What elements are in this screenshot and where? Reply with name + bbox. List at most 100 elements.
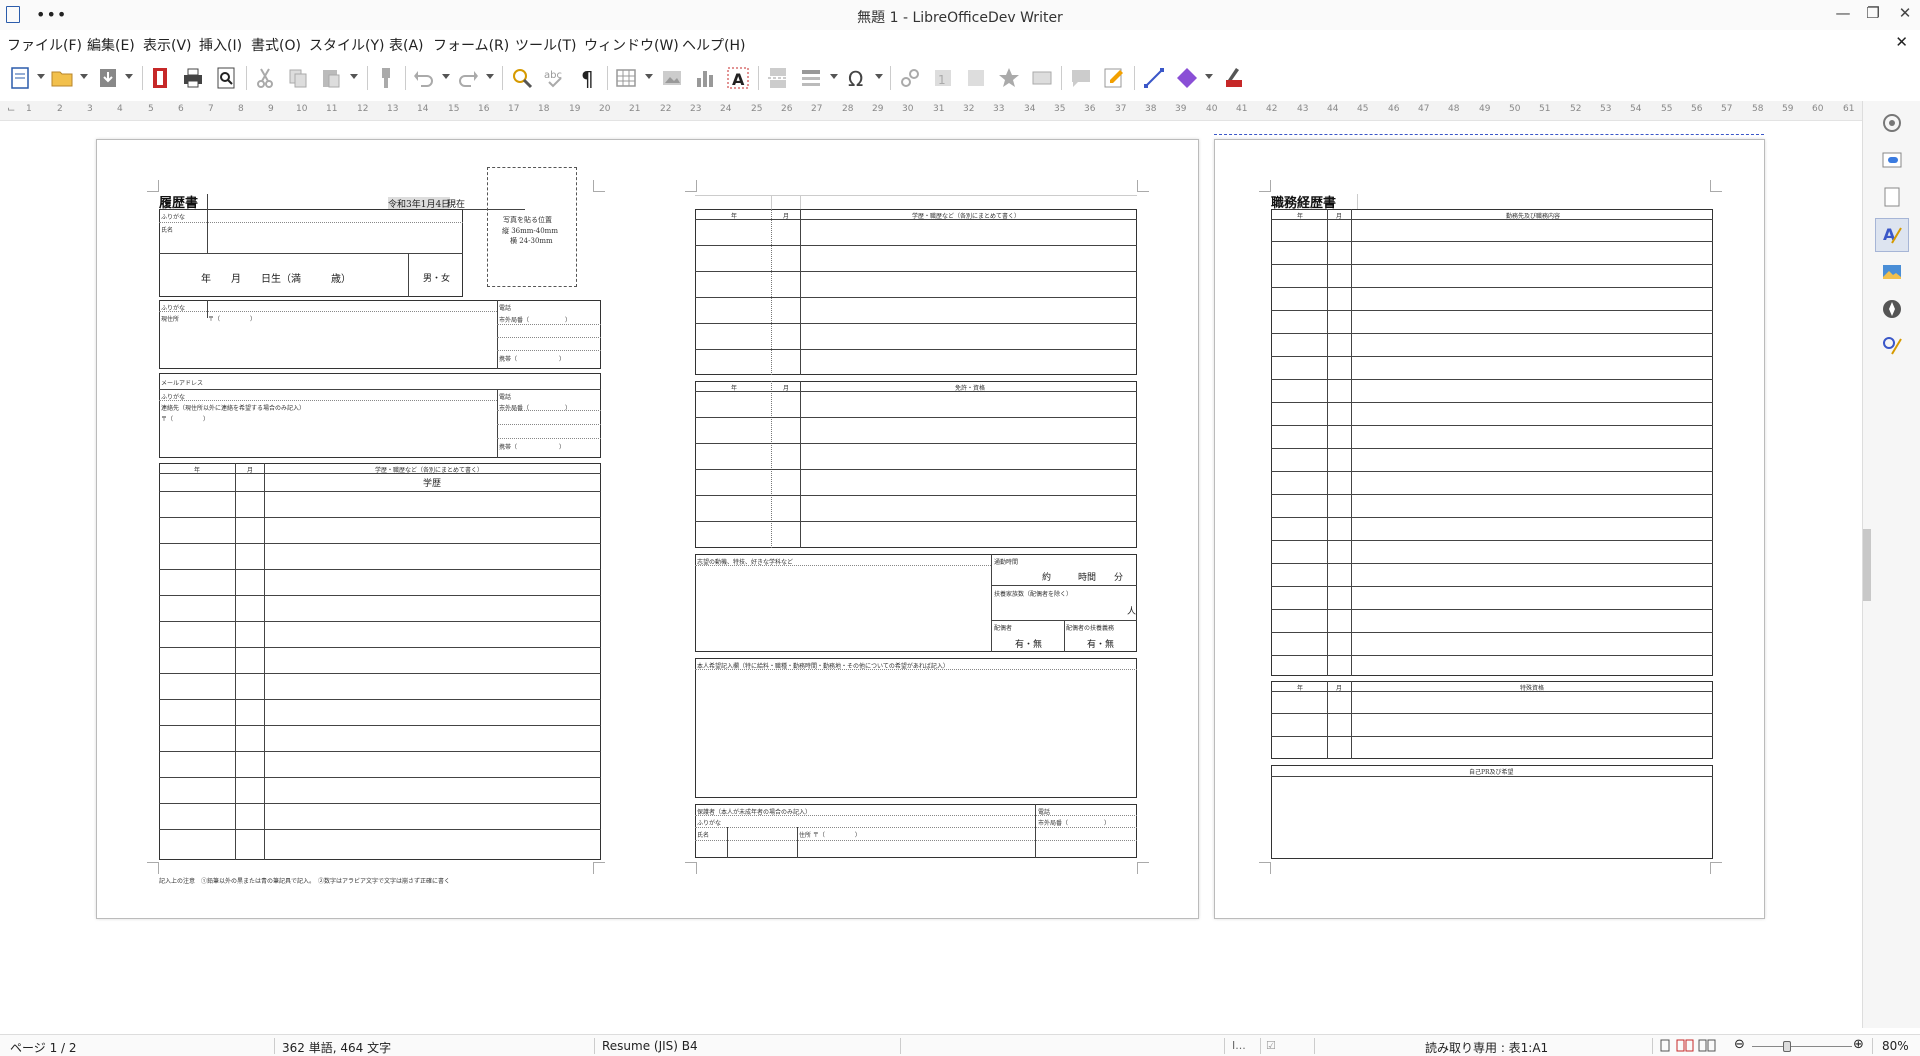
history-continuation-table[interactable] bbox=[695, 209, 1137, 375]
licenses-table[interactable] bbox=[695, 381, 1137, 548]
document-area[interactable]: 履歴書 令和3年1月4日 現在 ふりがな 氏名 年 月 日生（満 歳） 男・女 … bbox=[0, 121, 1862, 1028]
mobile-field-2[interactable]: 携帯（ ） bbox=[499, 442, 565, 451]
close-icon[interactable]: ✕ bbox=[1892, 4, 1918, 26]
insert-page-break-icon[interactable] bbox=[766, 66, 790, 90]
guardian-address-field[interactable]: 住所 〒（ ） bbox=[799, 830, 861, 839]
single-page-view-icon[interactable] bbox=[1658, 1039, 1672, 1053]
copy-icon[interactable] bbox=[286, 66, 310, 90]
spelling-icon[interactable]: abc bbox=[543, 66, 567, 90]
commute-field[interactable]: 約 時間 分 bbox=[1042, 570, 1123, 583]
paste-dropdown-icon[interactable] bbox=[350, 74, 358, 79]
page-1[interactable]: 履歴書 令和3年1月4日 現在 ふりがな 氏名 年 月 日生（満 歳） 男・女 … bbox=[96, 139, 1199, 919]
menu-file[interactable]: ファイル(F) bbox=[7, 35, 82, 55]
menu-insert[interactable]: 挿入(I) bbox=[199, 35, 242, 55]
menu-edit[interactable]: 編集(E) bbox=[87, 35, 135, 55]
word-count[interactable]: 362 単語, 464 文字 bbox=[282, 1039, 391, 1056]
print-preview-icon[interactable] bbox=[214, 66, 238, 90]
clone-formatting-icon[interactable] bbox=[374, 66, 398, 90]
print-icon[interactable] bbox=[181, 66, 205, 90]
menu-form[interactable]: フォーム(R) bbox=[433, 35, 509, 55]
export-pdf-icon[interactable] bbox=[148, 66, 172, 90]
preferences-table[interactable] bbox=[695, 658, 1137, 798]
page-style[interactable]: Resume (JIS) B4 bbox=[602, 1039, 698, 1053]
horizontal-ruler[interactable]: ⌙ 1 2 3 4 5 6 7 8 9 10 11 12 13 14 15 16… bbox=[0, 101, 1862, 121]
redo-dropdown-icon[interactable] bbox=[486, 74, 494, 79]
postal-field-2[interactable]: 〒（ ） bbox=[161, 414, 209, 423]
menu-format[interactable]: 書式(O) bbox=[251, 35, 301, 55]
page-icon[interactable] bbox=[1880, 185, 1904, 209]
properties-icon[interactable] bbox=[1880, 148, 1904, 172]
area-code-field[interactable]: 市外局番（ ） bbox=[499, 315, 571, 324]
minimize-icon[interactable]: — bbox=[1830, 4, 1856, 26]
page-indicator[interactable]: ページ 1 / 2 bbox=[10, 1039, 77, 1056]
spouse-support-field[interactable]: 有・無 bbox=[1087, 637, 1114, 650]
ruler-tab-stop[interactable]: ⌙ bbox=[7, 104, 15, 115]
insert-textbox-icon[interactable]: A bbox=[726, 66, 750, 90]
formatting-marks-icon[interactable]: ¶ bbox=[576, 66, 600, 90]
insert-field-icon[interactable] bbox=[799, 66, 823, 90]
maximize-icon[interactable]: ❐ bbox=[1860, 4, 1886, 26]
menu-styles[interactable]: スタイル(Y) bbox=[309, 35, 384, 55]
shapes-dropdown-icon[interactable] bbox=[1205, 74, 1213, 79]
zoom-slider[interactable] bbox=[1752, 1046, 1852, 1047]
gallery-icon[interactable] bbox=[1880, 260, 1904, 284]
undo-icon[interactable] bbox=[412, 66, 436, 90]
cut-icon[interactable] bbox=[253, 66, 277, 90]
multi-page-view-icon[interactable] bbox=[1676, 1039, 1694, 1053]
table-dropdown-icon[interactable] bbox=[645, 74, 653, 79]
postal-field[interactable]: 〒（ ） bbox=[208, 314, 256, 323]
draw-functions-icon[interactable] bbox=[1222, 66, 1246, 90]
redo-icon[interactable] bbox=[456, 66, 480, 90]
insert-image-icon[interactable] bbox=[660, 66, 684, 90]
spouse-field[interactable]: 有・無 bbox=[1015, 637, 1042, 650]
new-document-icon[interactable] bbox=[8, 66, 32, 90]
bookmark-icon[interactable] bbox=[997, 66, 1021, 90]
menu-window[interactable]: ウィンドウ(W) bbox=[584, 35, 679, 55]
paste-icon[interactable] bbox=[319, 66, 343, 90]
mobile-field[interactable]: 携帯（ ） bbox=[499, 354, 565, 363]
sidebar-resize-handle[interactable] bbox=[1863, 529, 1871, 601]
hyperlink-icon[interactable] bbox=[898, 66, 922, 90]
area-code-field-2[interactable]: 市外局番（ ） bbox=[499, 403, 571, 412]
cross-reference-icon[interactable] bbox=[1030, 66, 1054, 90]
basic-shapes-icon[interactable] bbox=[1175, 66, 1199, 90]
undo-dropdown-icon[interactable] bbox=[442, 74, 450, 79]
qualifications-table[interactable] bbox=[1271, 681, 1713, 759]
settings-icon[interactable] bbox=[1880, 111, 1904, 135]
close-document-icon[interactable]: ✕ bbox=[1895, 33, 1908, 51]
comment-icon[interactable] bbox=[1069, 66, 1093, 90]
education-history-table[interactable] bbox=[159, 463, 601, 860]
menu-help[interactable]: ヘルプ(H) bbox=[682, 35, 745, 55]
career-table[interactable] bbox=[1271, 209, 1713, 676]
save-dropdown-icon[interactable] bbox=[125, 74, 133, 79]
birth-field[interactable]: 年 月 日生（満 歳） bbox=[201, 270, 351, 285]
zoom-in-icon[interactable]: ⊕ bbox=[1853, 1037, 1864, 1052]
zoom-slider-thumb[interactable] bbox=[1783, 1041, 1791, 1052]
new-dropdown-icon[interactable] bbox=[37, 74, 45, 79]
insert-line-icon[interactable] bbox=[1142, 66, 1166, 90]
menu-table[interactable]: 表(A) bbox=[389, 35, 424, 55]
guardian-area-code-field[interactable]: 市外局番（ ） bbox=[1038, 818, 1110, 827]
insert-mode-icon[interactable]: I... bbox=[1232, 1039, 1246, 1052]
insert-chart-icon[interactable] bbox=[693, 66, 717, 90]
zoom-out-icon[interactable]: ⊖ bbox=[1734, 1037, 1745, 1052]
style-inspector-icon[interactable] bbox=[1880, 334, 1904, 358]
endnote-icon[interactable] bbox=[964, 66, 988, 90]
track-changes-icon[interactable] bbox=[1102, 66, 1126, 90]
open-dropdown-icon[interactable] bbox=[80, 74, 88, 79]
document-modified-icon[interactable]: ☑ bbox=[1266, 1039, 1276, 1052]
styles-icon[interactable]: A bbox=[1880, 223, 1904, 247]
open-folder-icon[interactable] bbox=[50, 66, 74, 90]
zoom-level[interactable]: 80% bbox=[1882, 1039, 1909, 1053]
self-pr-table[interactable] bbox=[1271, 765, 1713, 859]
footnote-icon[interactable]: 1 bbox=[931, 66, 955, 90]
sex-field[interactable]: 男・女 bbox=[423, 271, 450, 284]
navigator-icon[interactable] bbox=[1880, 297, 1904, 321]
insert-table-icon[interactable] bbox=[614, 66, 638, 90]
save-icon[interactable] bbox=[96, 66, 120, 90]
field-dropdown-icon[interactable] bbox=[830, 74, 838, 79]
menu-tools[interactable]: ツール(T) bbox=[515, 35, 576, 55]
special-character-dropdown-icon[interactable] bbox=[875, 74, 883, 79]
page-2[interactable]: 職務経歴書 年 月 勤務先及び職務内容 年 月 特殊資格 自己PR及び希望 bbox=[1214, 139, 1765, 919]
menu-view[interactable]: 表示(V) bbox=[143, 35, 192, 55]
